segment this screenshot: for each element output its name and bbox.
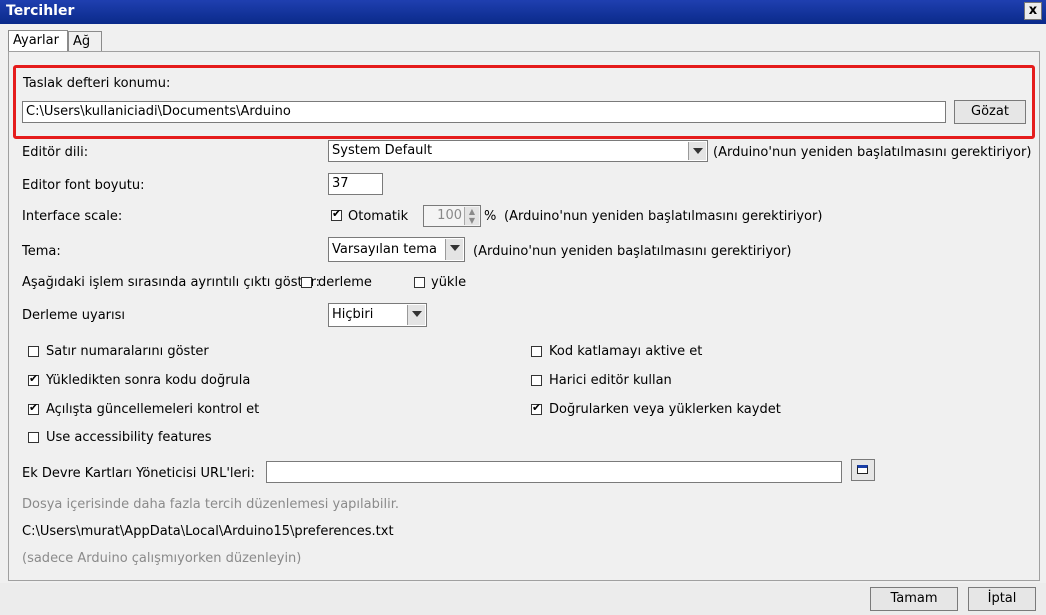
line-numbers-label: Satır numaralarını göster	[46, 344, 209, 359]
save-on-verify-checkbox[interactable]	[531, 401, 542, 415]
warnings-select[interactable]: Hiçbiri	[328, 303, 427, 327]
title-bar: Tercihler x	[0, 0, 1046, 24]
boards-url-input[interactable]	[266, 461, 842, 483]
chevron-down-icon	[407, 305, 425, 325]
edit-urls-button[interactable]	[851, 459, 875, 481]
theme-label: Tema:	[22, 244, 61, 259]
verify-after-upload-checkbox[interactable]	[28, 372, 39, 386]
sketchbook-path-input[interactable]: C:\Users\kullaniciadi\Documents\Arduino	[22, 101, 946, 123]
interface-scale-label: Interface scale:	[22, 209, 123, 224]
edit-note-text: (sadece Arduino çalışmıyorken düzenleyin…	[22, 551, 302, 566]
editor-language-note: (Arduino'nun yeniden başlatılmasını gere…	[713, 145, 1032, 160]
editor-language-value: System Default	[332, 143, 433, 158]
tab-ag[interactable]: Ağ	[68, 31, 102, 51]
chevron-down-icon	[688, 142, 706, 160]
verbose-compile-checkbox[interactable]	[301, 277, 312, 288]
prefs-path-text: C:\Users\murat\AppData\Local\Arduino15\p…	[22, 524, 394, 539]
verbose-upload-label: yükle	[431, 275, 467, 290]
font-size-input[interactable]: 37	[328, 173, 383, 195]
verify-after-upload-label: Yükledikten sonra kodu doğrula	[46, 373, 251, 388]
browse-button[interactable]: Gözat	[954, 100, 1026, 124]
code-folding-checkbox[interactable]	[531, 346, 542, 357]
line-numbers-checkbox[interactable]	[28, 346, 39, 357]
ok-button[interactable]: Tamam	[870, 587, 958, 611]
window-icon	[857, 465, 868, 474]
code-folding-label: Kod katlamayı aktive et	[549, 344, 703, 359]
cancel-button[interactable]: İptal	[968, 587, 1036, 611]
interface-scale-note: (Arduino'nun yeniden başlatılmasını gere…	[504, 209, 823, 224]
window-title: Tercihler	[6, 3, 75, 19]
auto-scale-checkbox[interactable]	[331, 207, 342, 221]
save-on-verify-label: Doğrularken veya yüklerken kaydet	[549, 402, 781, 417]
verbose-upload-checkbox[interactable]	[414, 277, 425, 288]
external-editor-label: Harici editör kullan	[549, 373, 672, 388]
spinner-arrows-icon: ▲ ▼	[464, 207, 479, 225]
editor-language-select[interactable]: System Default	[328, 140, 708, 162]
scale-value: 100	[437, 208, 462, 223]
warnings-value: Hiçbiri	[332, 307, 374, 322]
verbose-compile-label: derleme	[318, 275, 372, 290]
accessibility-checkbox[interactable]	[28, 432, 39, 443]
verbose-label: Aşağıdaki işlem sırasında ayrıntılı çıkt…	[22, 275, 321, 290]
auto-scale-label: Otomatik	[348, 209, 409, 224]
check-updates-label: Açılışta güncellemeleri kontrol et	[46, 402, 260, 417]
editor-language-label: Editör dili:	[22, 145, 89, 160]
tab-ayarlar[interactable]: Ayarlar	[8, 30, 68, 52]
font-size-label: Editor font boyutu:	[22, 178, 145, 193]
percent-sign: %	[484, 209, 497, 224]
external-editor-checkbox[interactable]	[531, 375, 542, 386]
close-button[interactable]: x	[1024, 2, 1042, 20]
theme-value: Varsayılan tema	[332, 242, 437, 257]
chevron-down-icon	[445, 239, 463, 260]
theme-select[interactable]: Varsayılan tema	[328, 237, 465, 262]
more-prefs-text: Dosya içerisinde daha fazla tercih düzen…	[22, 497, 399, 512]
scale-spinner[interactable]: 100 ▲ ▼	[423, 205, 481, 227]
accessibility-label: Use accessibility features	[46, 430, 212, 445]
boards-url-label: Ek Devre Kartları Yöneticisi URL'leri:	[22, 466, 255, 481]
warnings-label: Derleme uyarısı	[22, 308, 125, 323]
theme-note: (Arduino'nun yeniden başlatılmasını gere…	[473, 244, 792, 259]
check-updates-checkbox[interactable]	[28, 401, 39, 415]
sketchbook-label: Taslak defteri konumu:	[23, 76, 171, 91]
